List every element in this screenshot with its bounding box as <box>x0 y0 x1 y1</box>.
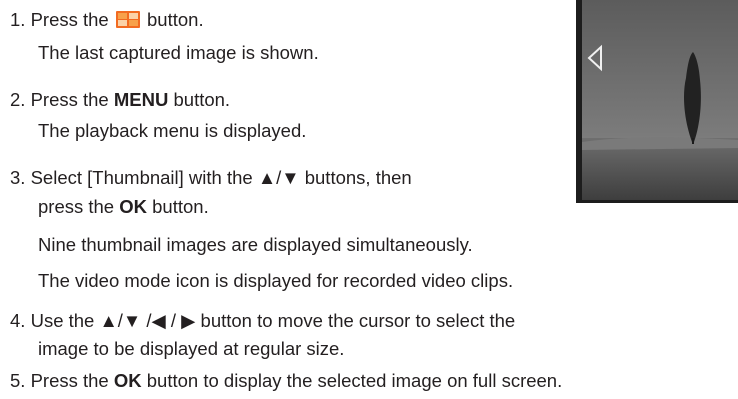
camera-screen-image <box>576 0 738 203</box>
step-text: button. <box>147 9 204 30</box>
step-5-line: 5. Press the OK button to display the se… <box>10 370 562 392</box>
step-number: 3. <box>10 167 26 188</box>
step-1-detail: The last captured image is shown. <box>38 42 319 63</box>
step-2-detail: The playback menu is displayed. <box>38 120 307 141</box>
step-text: button. <box>152 196 209 217</box>
step-text: press the <box>38 196 115 217</box>
step-3-line: 3. Select [Thumbnail] with the ▲/▼ butto… <box>10 167 412 189</box>
step-text: Press the <box>30 9 109 30</box>
step-text: Use the ▲/▼ /◀ / ▶ button to move the cu… <box>30 310 516 331</box>
menu-button-label: MENU <box>113 89 169 110</box>
step-number: 5. <box>10 370 26 391</box>
step-4-line2: image to be displayed at regular size. <box>38 338 345 359</box>
playback-icon <box>115 11 140 28</box>
step-4-line: 4. Use the ▲/▼ /◀ / ▶ button to move the… <box>10 310 515 332</box>
ok-button-label: OK <box>119 196 147 217</box>
step-text: Press the <box>30 89 109 110</box>
ok-button-label: OK <box>113 370 142 391</box>
step-text: Press the <box>30 370 109 391</box>
step-3-detail-1: Nine thumbnail images are displayed simu… <box>38 234 473 255</box>
step-1-line: 1. Press the button. <box>10 9 204 31</box>
step-2-line: 2. Press the MENU button. <box>10 89 230 111</box>
step-3-detail-2: The video mode icon is displayed for rec… <box>38 270 514 291</box>
step-text: button to display the selected image on … <box>146 370 563 391</box>
step-3-line2: press the OK button. <box>38 196 209 218</box>
step-text: Select [Thumbnail] with the ▲/▼ buttons,… <box>30 167 412 188</box>
step-number: 4. <box>10 310 26 331</box>
landscape-photo <box>582 0 738 200</box>
step-text: button. <box>173 89 231 110</box>
step-number: 2. <box>10 89 26 110</box>
step-number: 1. <box>10 9 26 30</box>
